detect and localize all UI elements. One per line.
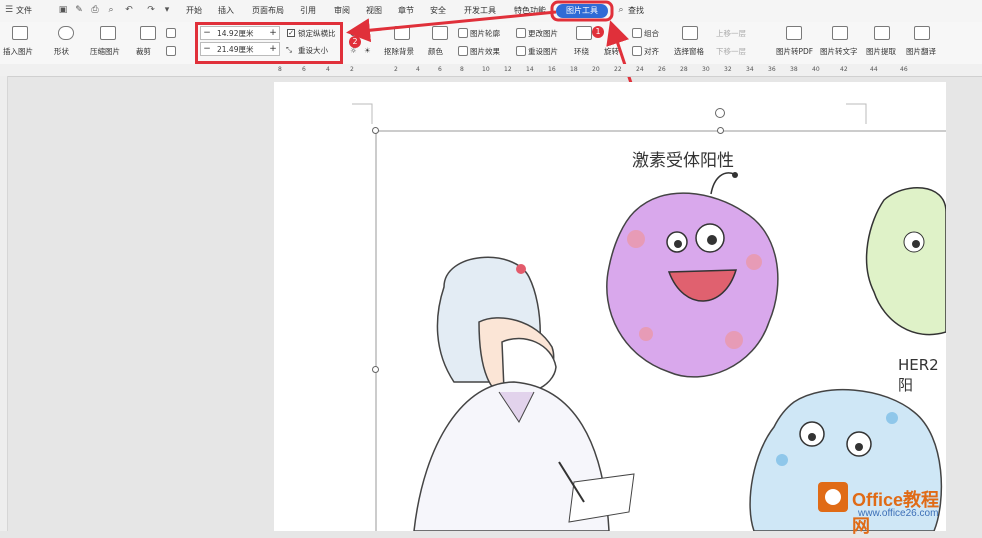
resize-handle-top-left[interactable] (372, 127, 379, 134)
horizontal-ruler[interactable]: 8 6 4 2 2 4 6 8 10 12 14 16 18 20 22 24 … (0, 64, 982, 77)
rotate-handle[interactable] (715, 108, 725, 118)
watermark-url: www.office26.com (858, 508, 939, 519)
vertical-ruler[interactable] (0, 76, 8, 531)
picture-title: 激素受体阳性 (632, 151, 734, 171)
picture-label-her2: HER2阳 (898, 356, 939, 394)
annotation-box-tab (550, 0, 614, 22)
resize-handle-top[interactable] (717, 127, 724, 134)
picture-illustration[interactable] (274, 82, 946, 531)
resize-handle-left[interactable] (372, 366, 379, 373)
office-logo-icon (818, 482, 848, 512)
document-page[interactable]: 激素受体阳性 HER2阳 Office教程网 www.office26.com (274, 82, 946, 536)
arrow-to-size-box (346, 10, 557, 43)
